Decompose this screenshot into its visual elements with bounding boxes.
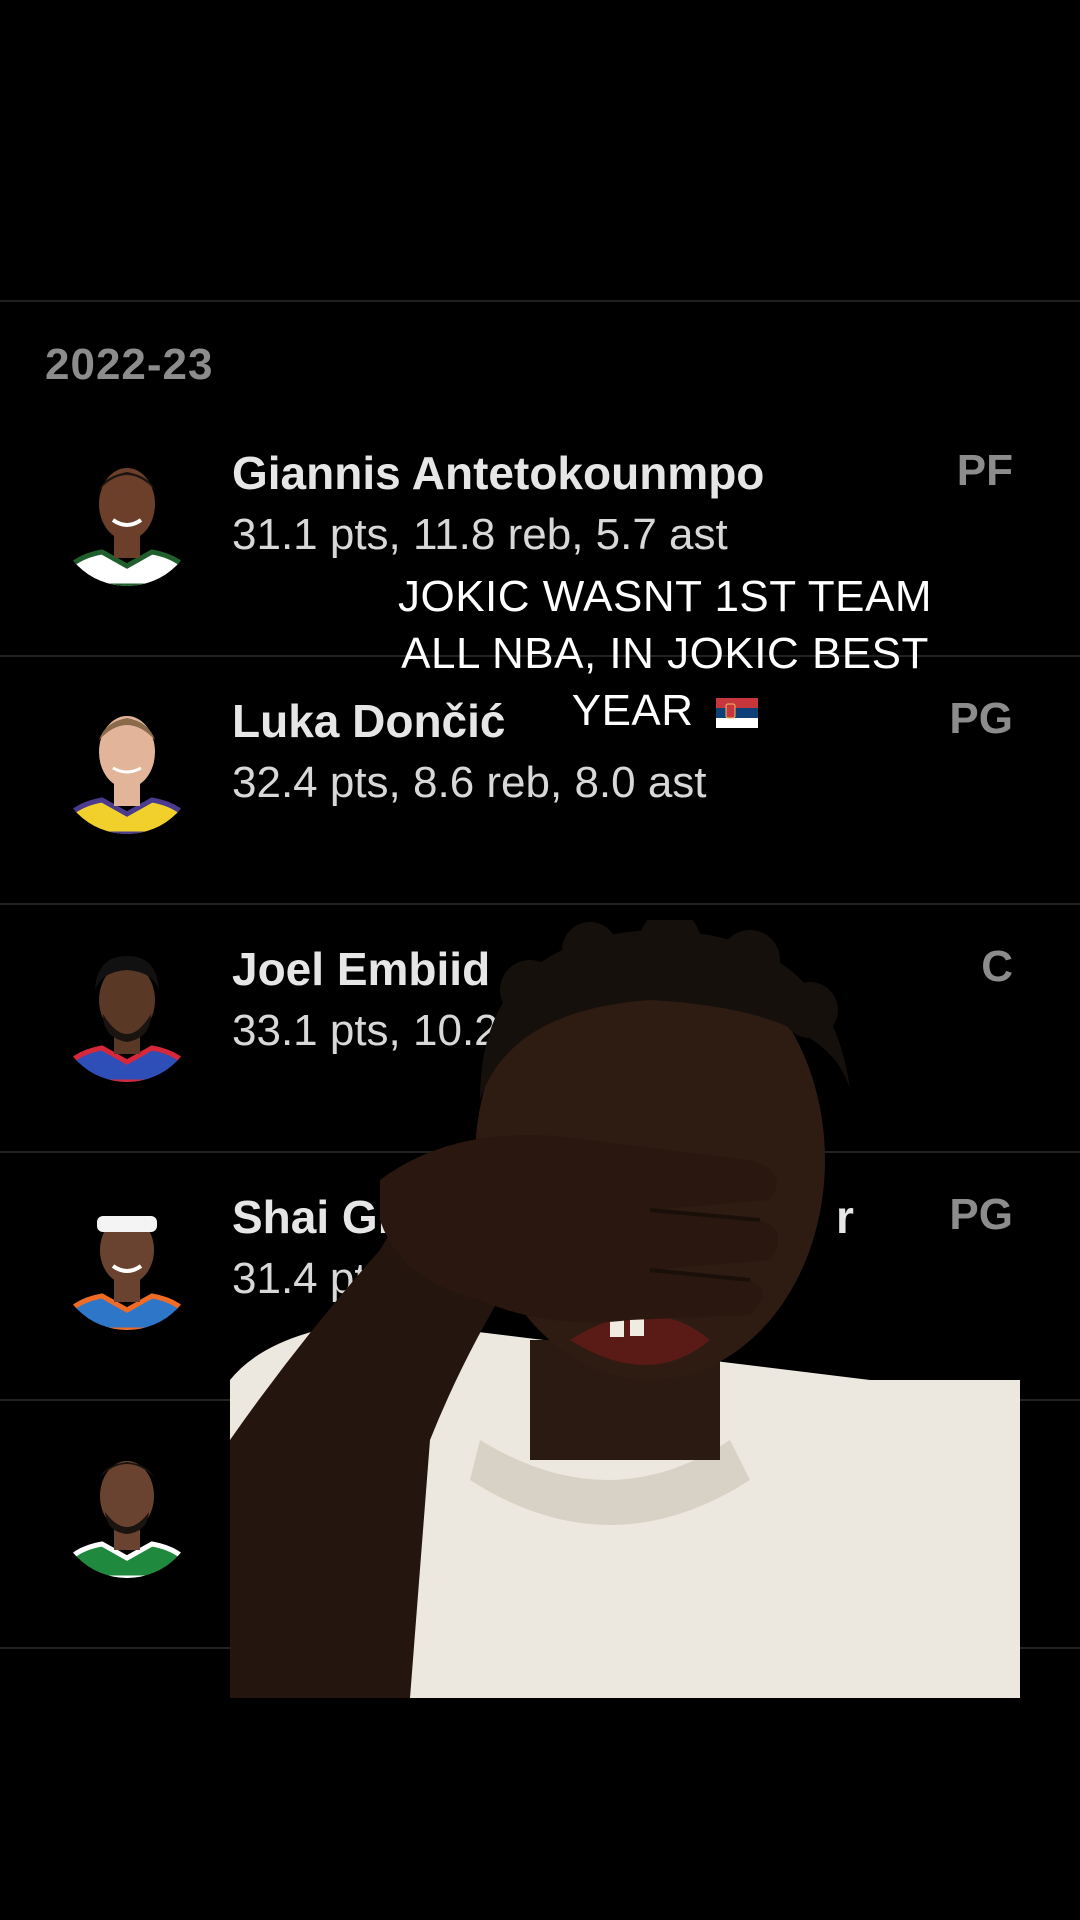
- caption-line-2: ALL NBA, IN JOKIC BEST: [401, 629, 929, 678]
- reaction-overlay-image: [230, 910, 1020, 1698]
- player-avatar: [57, 942, 197, 1082]
- caption-line-1: JOKIC WASNT 1ST TEAM: [397, 572, 933, 621]
- player-avatar: [57, 1190, 197, 1330]
- player-stats: 32.4 pts, 8.6 reb, 8.0 ast: [232, 758, 707, 807]
- player-name: Giannis Antetokounmpo: [232, 447, 765, 499]
- player-avatar: [57, 694, 197, 834]
- video-caption: JOKIC WASNT 1ST TEAM ALL NBA, IN JOKIC B…: [360, 568, 970, 742]
- serbia-flag-icon: [716, 685, 759, 742]
- player-avatar: [57, 1438, 197, 1578]
- player-position: PF: [956, 446, 1013, 495]
- top-divider: [0, 300, 1080, 302]
- video-frame: 2022-23 Giannis Antetokounmpo 31.1 pts, …: [0, 0, 1080, 1920]
- player-avatar: [57, 446, 197, 586]
- caption-line-3: YEAR: [571, 686, 694, 735]
- player-stats: 31.1 pts, 11.8 reb, 5.7 ast: [232, 510, 728, 559]
- row-divider: [0, 903, 1080, 905]
- season-label: 2022-23: [45, 340, 214, 389]
